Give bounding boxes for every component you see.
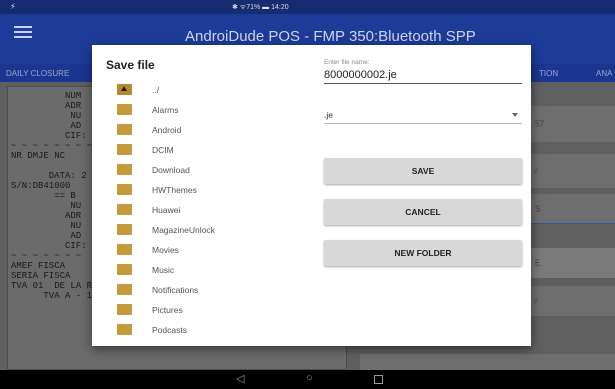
system-nav-bar: ◁ ○ [0, 370, 615, 389]
file-name: MagazineUnlock [152, 225, 215, 235]
save-options-panel: Enter file name: .je SAVE CANCEL NEW FOL… [324, 45, 524, 346]
file-list-item[interactable]: Notifications [112, 280, 312, 300]
side-panel-text: E [535, 258, 541, 268]
extension-select[interactable]: .je [324, 106, 522, 124]
file-list-item[interactable]: DCIM [112, 140, 312, 160]
parent-folder-icon [117, 84, 132, 95]
file-list-item[interactable]: Android [112, 120, 312, 140]
receipt-line: AD [11, 231, 82, 241]
extension-value: .je [324, 110, 333, 120]
tab-daily-closure[interactable]: DAILY CLOSURE [6, 69, 69, 78]
receipt-line: ~ ~ ~ ~ ~ ~ ~ ~ [11, 141, 93, 151]
file-list-item[interactable]: Huawei [112, 200, 312, 220]
folder-icon [117, 304, 132, 315]
cancel-button[interactable]: CANCEL [324, 199, 522, 225]
receipt-line: ADR [11, 211, 82, 221]
save-file-dialog: Save file ../ Alarms Android DCIM Downlo… [92, 45, 531, 346]
receipt-line: == B [11, 191, 76, 201]
hamburger-menu-icon[interactable] [14, 26, 32, 40]
side-panel-row[interactable]: r [531, 154, 615, 188]
receipt-line: NU [11, 111, 82, 121]
file-list-item[interactable]: MagazineUnlock [112, 220, 312, 240]
dialog-title: Save file [106, 58, 155, 72]
file-list-item[interactable]: Music [112, 260, 312, 280]
app-title: AndroiDude POS - FMP 350:Bluetooth SPP [185, 28, 476, 45]
receipt-line: S/N:DB41000 [11, 181, 71, 191]
tab-partial-ana[interactable]: ANA [596, 69, 612, 78]
folder-icon [117, 184, 132, 195]
save-button[interactable]: SAVE [324, 158, 522, 184]
side-panel-text: S [535, 204, 541, 213]
side-panel-row[interactable]: r [531, 286, 615, 316]
folder-icon [117, 324, 132, 335]
file-list[interactable]: ../ Alarms Android DCIM Download HWTheme… [112, 80, 312, 346]
side-panel-button[interactable]: E [531, 248, 615, 278]
receipt-line: NU [11, 221, 82, 231]
folder-icon [117, 204, 132, 215]
receipt-line: AMEF FISCA [11, 261, 66, 271]
side-panel-text: 57 [535, 119, 544, 129]
file-name: Alarms [152, 105, 179, 115]
file-list-item[interactable]: Pictures [112, 300, 312, 320]
tab-partial-tion[interactable]: TION [539, 69, 558, 78]
side-panel-text: r [535, 166, 538, 176]
folder-icon [117, 264, 132, 275]
side-panel-field[interactable]: S [531, 194, 615, 224]
folder-icon [117, 284, 132, 295]
file-list-item[interactable]: Alarms [112, 100, 312, 120]
status-bar: ⚡︎ ✱ ᯤ71% ▬ 14:20 [0, 0, 615, 14]
file-name: Pictures [152, 305, 183, 315]
receipt-line: SERIA FISCA [11, 271, 71, 281]
recent-apps-icon[interactable] [374, 375, 383, 384]
folder-icon [117, 104, 132, 115]
file-list-item[interactable]: Download [112, 160, 312, 180]
file-name: Download [152, 165, 190, 175]
folder-icon [117, 244, 132, 255]
file-name: Music [152, 265, 175, 275]
dropdown-caret-icon [512, 113, 518, 117]
file-name: HWThemes [152, 185, 197, 195]
file-list-item[interactable]: HWThemes [112, 180, 312, 200]
folder-icon [117, 124, 132, 135]
file-name: Huawei [152, 205, 181, 215]
receipt-line: CIF: [11, 241, 87, 251]
file-name: Podcasts [152, 325, 187, 335]
file-name: DCIM [152, 145, 174, 155]
file-name: ../ [152, 85, 160, 95]
receipt-line: NUM [11, 91, 82, 101]
side-panel-text: r [535, 296, 538, 306]
file-name: Android [152, 125, 182, 135]
file-list-item[interactable]: Podcasts [112, 320, 312, 340]
home-icon[interactable]: ○ [306, 372, 313, 384]
file-name-label: Enter file name: [324, 59, 370, 66]
usb-icon: ⚡︎ [10, 2, 16, 11]
folder-icon [117, 144, 132, 155]
folder-icon [117, 224, 132, 235]
folder-icon [117, 164, 132, 175]
receipt-line: ADR [11, 101, 82, 111]
receipt-line: DATA: 2 [11, 171, 87, 181]
side-panel-row [360, 354, 615, 370]
receipt-line: NR DMJE NC [11, 151, 66, 161]
file-name-input[interactable] [324, 66, 522, 84]
receipt-line: ~ ~ ~ ~ ~ ~ ~ [11, 251, 82, 261]
new-folder-button[interactable]: NEW FOLDER [324, 240, 522, 266]
back-icon[interactable]: ◁ [236, 372, 244, 385]
side-panel-row[interactable]: 57 [531, 106, 615, 142]
file-name: Notifications [152, 285, 199, 295]
file-list-item[interactable]: Movies [112, 240, 312, 260]
file-list-item-parent[interactable]: ../ [112, 80, 312, 100]
file-name: Movies [152, 245, 179, 255]
receipt-line: AD [11, 121, 82, 131]
receipt-line: NU [11, 201, 82, 211]
receipt-line: CIF: [11, 131, 87, 141]
